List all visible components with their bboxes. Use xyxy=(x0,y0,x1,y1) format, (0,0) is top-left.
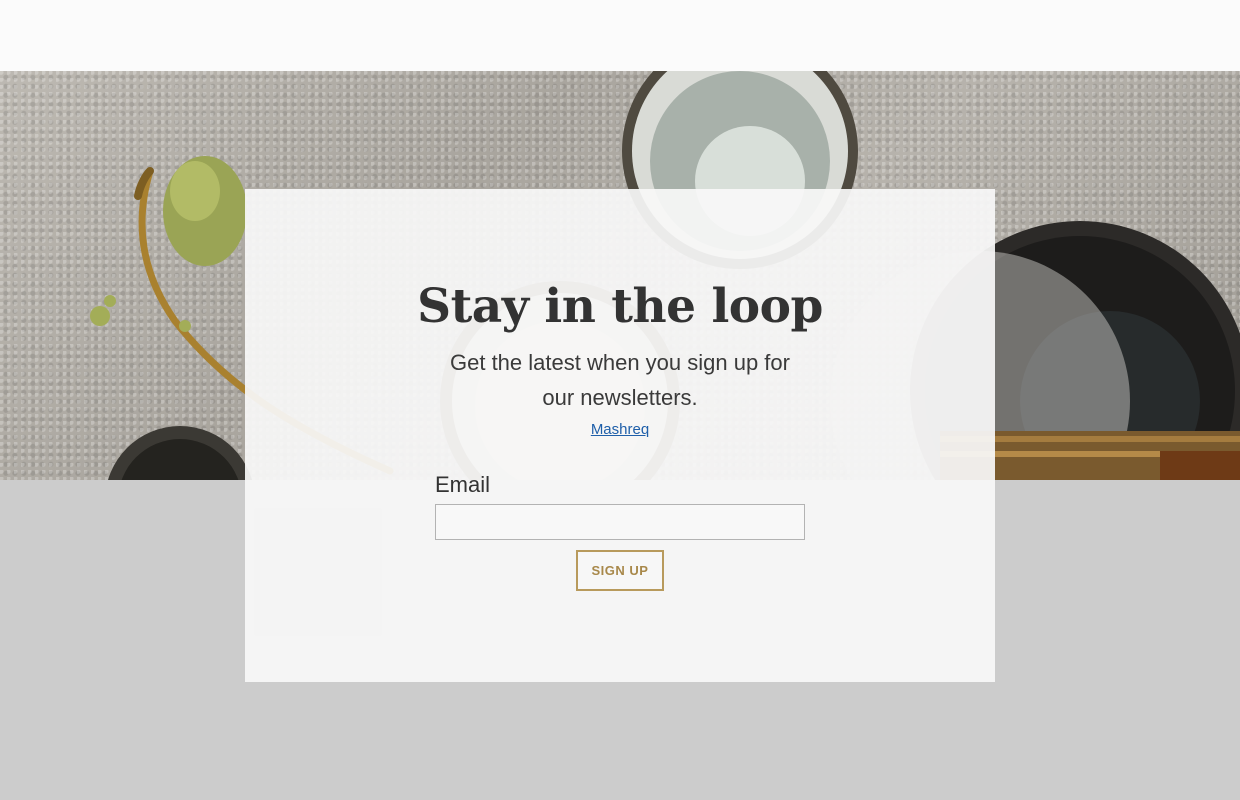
page: Stay in the loop Get the latest when you… xyxy=(0,0,1240,800)
header-bar xyxy=(0,0,1240,71)
mashreq-link[interactable]: Mashreq xyxy=(591,421,649,438)
newsletter-card: Stay in the loop Get the latest when you… xyxy=(245,189,995,682)
newsletter-form: Email SIGN UP xyxy=(435,471,805,591)
email-field[interactable] xyxy=(435,504,805,540)
email-label: Email xyxy=(435,472,491,497)
newsletter-header: Stay in the loop Get the latest when you… xyxy=(417,279,823,439)
newsletter-subtitle: Get the latest when you sign up for our … xyxy=(450,350,790,410)
newsletter-title: Stay in the loop xyxy=(417,279,823,334)
signup-button[interactable]: SIGN UP xyxy=(576,550,664,591)
